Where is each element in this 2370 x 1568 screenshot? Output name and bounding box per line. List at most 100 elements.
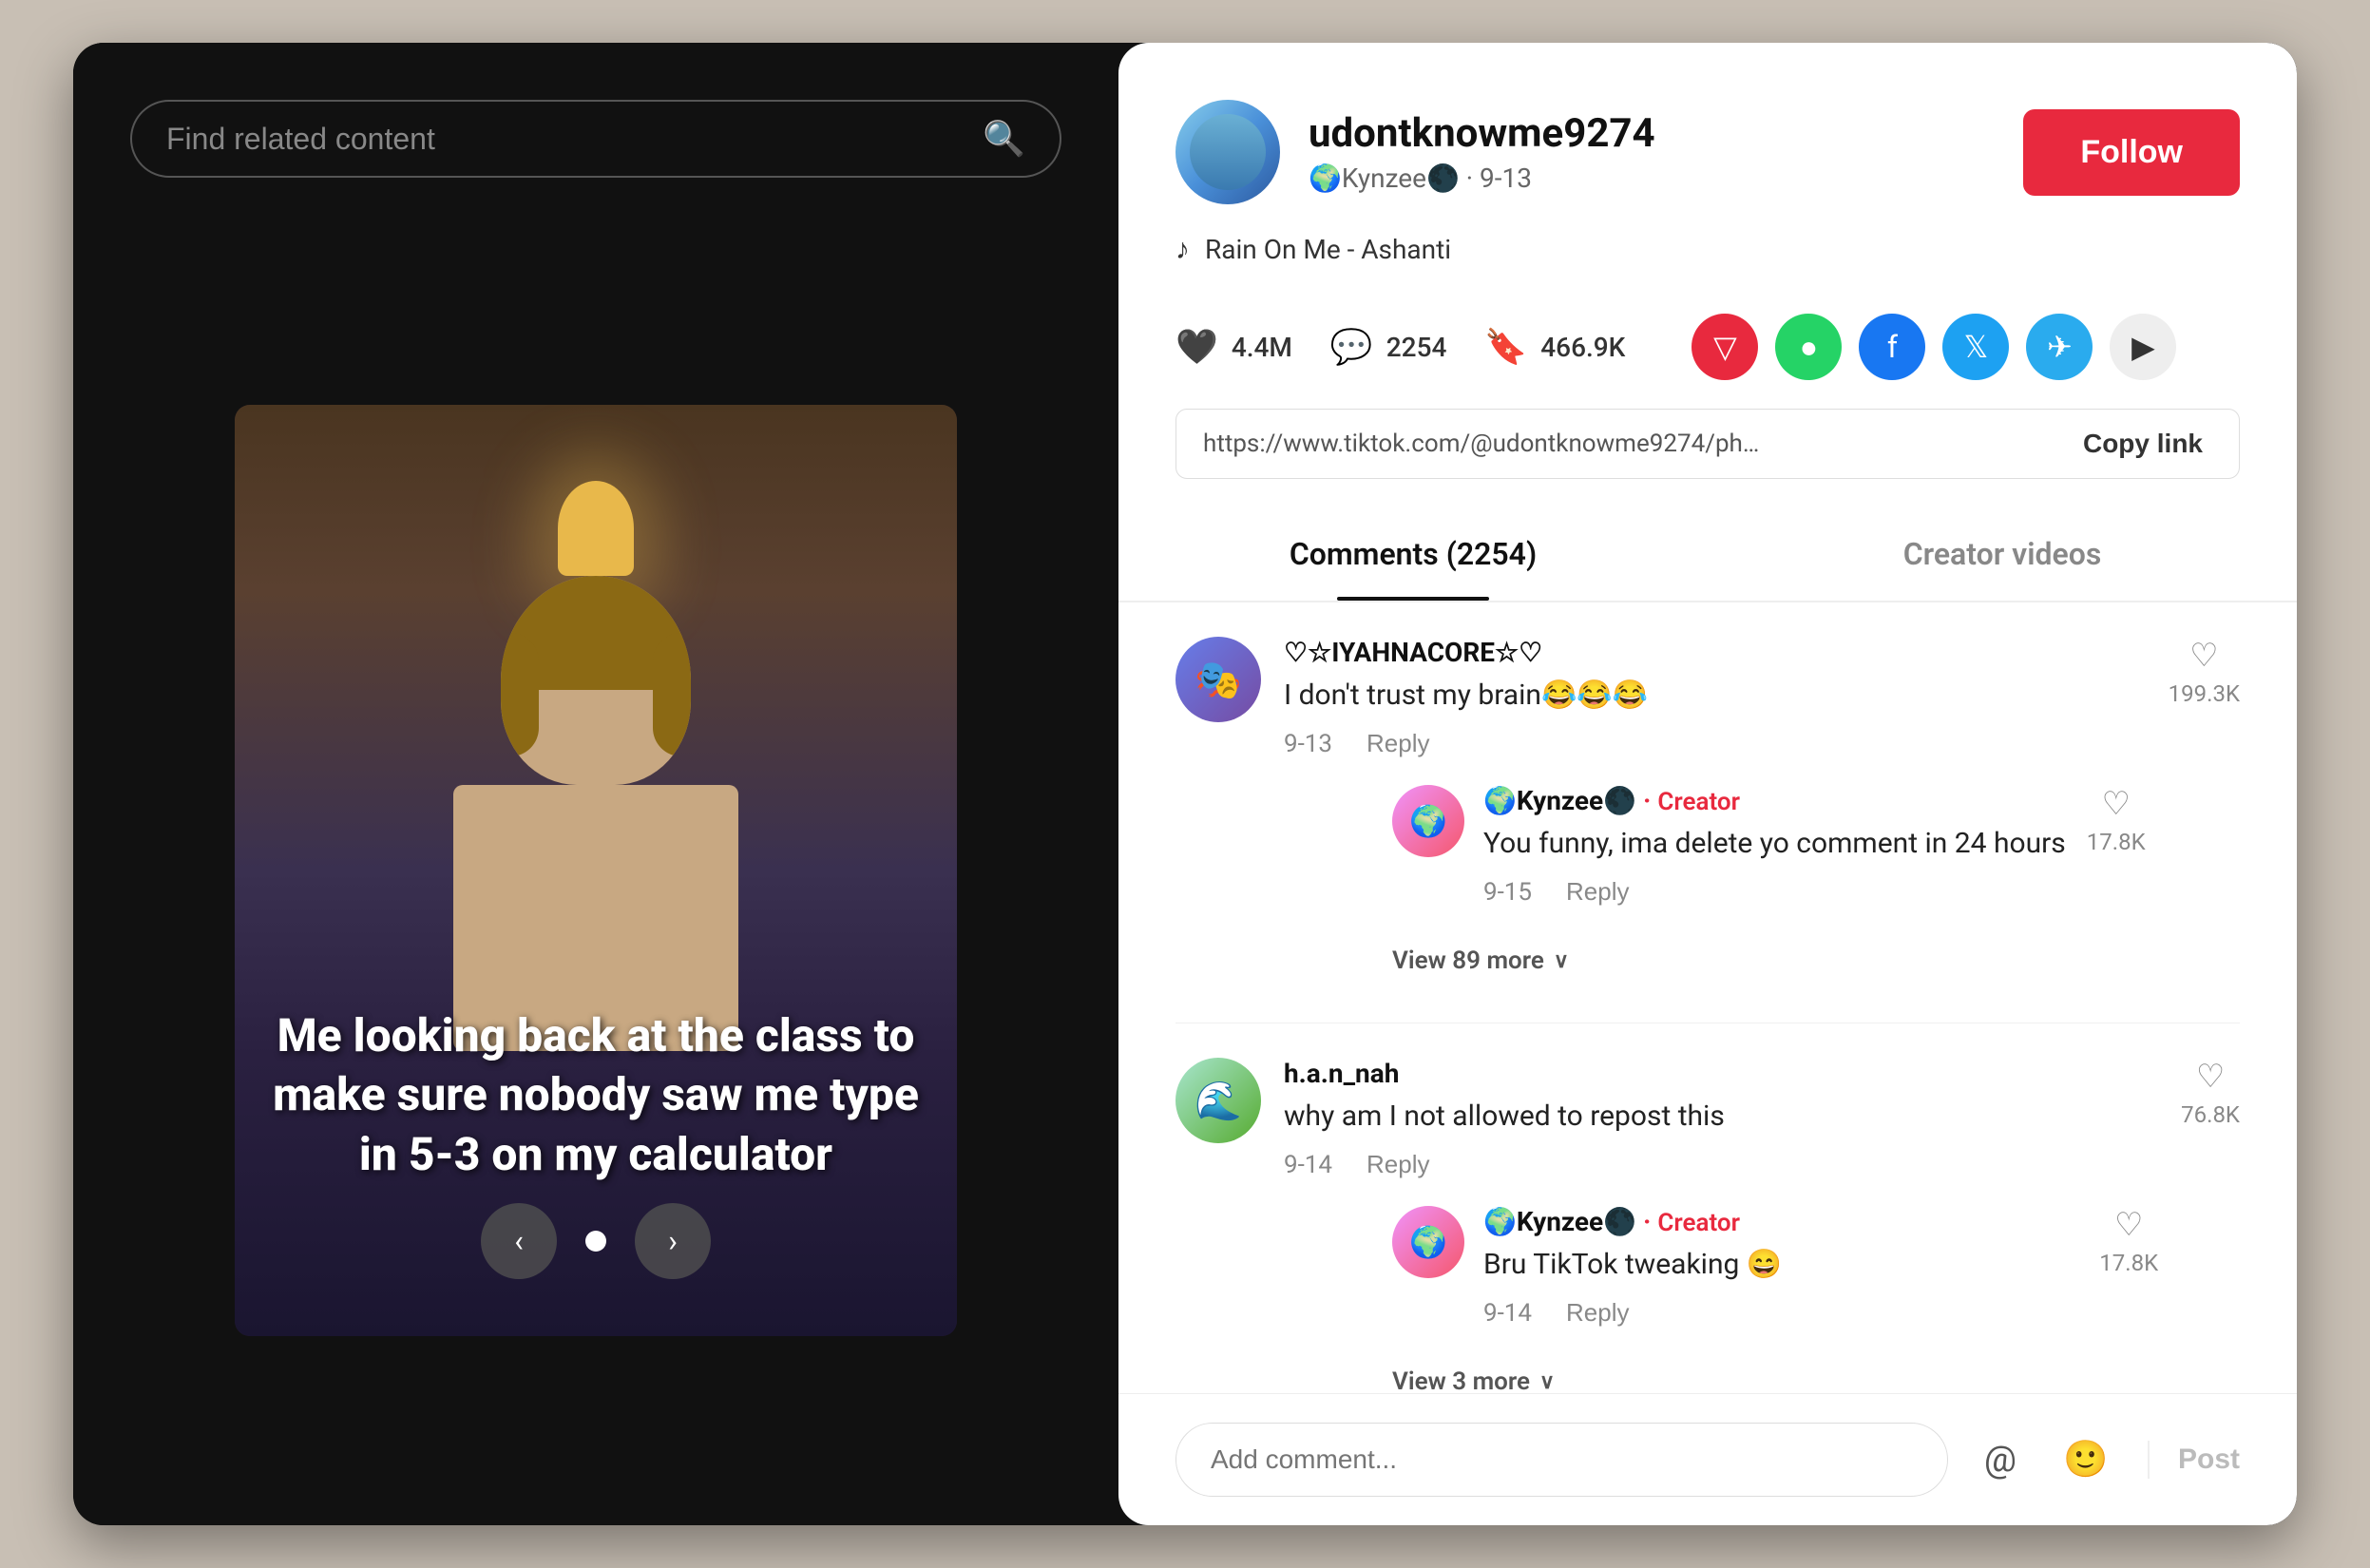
left-panel: 🔍 bbox=[73, 43, 1118, 1525]
comment-2-reply-btn[interactable]: Reply bbox=[1367, 1150, 1429, 1179]
comment-2-like-count: 76.8K bbox=[2181, 1101, 2240, 1128]
reply-2-content: 🌍Kynzee🌑 · Creator Bru TikTok tweaking 😄… bbox=[1483, 1206, 2080, 1328]
reply-1-avatar: 🌍 bbox=[1392, 785, 1464, 857]
comment-input[interactable] bbox=[1175, 1423, 1948, 1497]
comment-2-text: why am I not allowed to repost this bbox=[1284, 1097, 2158, 1137]
avatar bbox=[1175, 100, 1280, 204]
comment-1-username: ♡☆IYAHNACORE☆♡ bbox=[1284, 637, 2146, 668]
comment-item-2: 🌊 h.a.n_nah why am I not allowed to repo… bbox=[1175, 1023, 2240, 1393]
tab-comments[interactable]: Comments (2254) bbox=[1118, 507, 1708, 601]
reply-2-like: ♡ 17.8K bbox=[2099, 1206, 2158, 1328]
kitchen-light bbox=[558, 481, 634, 576]
avatar-inner bbox=[1190, 114, 1266, 190]
handle: 🌍Kynzee🌑 · 9-13 bbox=[1309, 163, 1995, 194]
creator-badge: Creator bbox=[1657, 788, 1740, 816]
main-container: 🔍 bbox=[73, 43, 2297, 1525]
view-more-2[interactable]: View 3 more ∨ bbox=[1392, 1354, 2158, 1393]
profile-info: udontknowme9274 🌍Kynzee🌑 · 9-13 bbox=[1309, 110, 1995, 194]
copy-link-button[interactable]: Copy link bbox=[2074, 429, 2212, 459]
chevron-down-icon: ∨ bbox=[1554, 949, 1569, 973]
comment-1-heart-icon[interactable]: ♡ bbox=[2189, 637, 2218, 675]
search-bar: 🔍 bbox=[130, 100, 1061, 178]
comments-stat: 💬 2254 bbox=[1330, 327, 1446, 367]
reply-1-heart-icon[interactable]: ♡ bbox=[2101, 785, 2130, 823]
reply-2-meta: 9-14 Reply bbox=[1483, 1298, 2080, 1328]
view-more-1-text: View 89 more bbox=[1392, 947, 1544, 975]
comments-section: 🎭 ♡☆IYAHNACORE☆♡ I don't trust my brain😂… bbox=[1118, 602, 2297, 1393]
reply-1: 🌍 🌍Kynzee🌑 · Creator You funny, ima dele… bbox=[1392, 758, 2146, 933]
commenter-2-avatar: 🌊 bbox=[1175, 1058, 1261, 1143]
comments-count: 2254 bbox=[1386, 332, 1447, 363]
view-more-2-text: View 3 more bbox=[1392, 1367, 1530, 1393]
search-bar-wrap: 🔍 bbox=[73, 43, 1118, 216]
share-btn-telegram[interactable]: ✈ bbox=[2026, 314, 2093, 380]
reply-1-text: You funny, ima delete yo comment in 24 h… bbox=[1483, 824, 2068, 864]
reply-2-heart-icon[interactable]: ♡ bbox=[2114, 1206, 2143, 1244]
search-input[interactable] bbox=[166, 122, 964, 157]
video-area: Me looking back at the class to make sur… bbox=[73, 216, 1118, 1525]
tab-creator-videos[interactable]: Creator videos bbox=[1708, 507, 2297, 601]
video-frame: Me looking back at the class to make sur… bbox=[235, 405, 957, 1336]
stats-row: 🖤 4.4M 💬 2254 🔖 466.9K ▽ ● f 𝕏 ✈ ▶ bbox=[1118, 295, 2297, 409]
comment-1-content: ♡☆IYAHNACORE☆♡ I don't trust my brain😂😂😂… bbox=[1284, 637, 2146, 988]
reply-2-date: 9-14 bbox=[1483, 1299, 1532, 1328]
video-caption: Me looking back at the class to make sur… bbox=[273, 1006, 919, 1184]
link-text: https://www.tiktok.com/@udontknowme9274/… bbox=[1203, 430, 1773, 458]
share-btn-repost[interactable]: ▽ bbox=[1691, 314, 1758, 380]
comment-2-date: 9-14 bbox=[1284, 1151, 1332, 1179]
view-more-1[interactable]: View 89 more ∨ bbox=[1392, 933, 2146, 988]
creator-badge-2: Creator bbox=[1657, 1209, 1740, 1237]
music-title: Rain On Me - Ashanti bbox=[1205, 234, 1451, 265]
share-btn-facebook[interactable]: f bbox=[1859, 314, 1925, 380]
nav-dot-active bbox=[585, 1231, 606, 1252]
reply-1-date: 9-15 bbox=[1483, 878, 1532, 907]
prev-arrow[interactable]: ‹ bbox=[481, 1203, 557, 1279]
share-btn-twitter[interactable]: 𝕏 bbox=[1942, 314, 2009, 380]
bookmark-icon: 🔖 bbox=[1484, 327, 1527, 367]
comment-1-reply-btn[interactable]: Reply bbox=[1367, 729, 1429, 758]
share-btn-whatsapp[interactable]: ● bbox=[1775, 314, 1842, 380]
comment-2-like: ♡ 76.8K bbox=[2181, 1058, 2240, 1393]
reply-1-username: 🌍Kynzee🌑 · Creator bbox=[1483, 785, 2068, 816]
reply-1-content: 🌍Kynzee🌑 · Creator You funny, ima delete… bbox=[1483, 785, 2068, 907]
likes-count: 4.4M bbox=[1232, 332, 1292, 363]
person-hair-side-left bbox=[501, 633, 539, 756]
comment-item: 🎭 ♡☆IYAHNACORE☆♡ I don't trust my brain😂… bbox=[1175, 602, 2240, 1023]
post-button[interactable]: Post bbox=[2178, 1444, 2240, 1476]
share-btn-more[interactable]: ▶ bbox=[2110, 314, 2176, 380]
link-box: https://www.tiktok.com/@udontknowme9274/… bbox=[1175, 409, 2240, 479]
username: udontknowme9274 bbox=[1309, 110, 1995, 157]
tabs: Comments (2254) Creator videos bbox=[1118, 507, 2297, 602]
comment-icon: 💬 bbox=[1330, 327, 1373, 367]
chevron-down-icon-2: ∨ bbox=[1539, 1370, 1555, 1394]
kitchen-scene: Me looking back at the class to make sur… bbox=[235, 405, 957, 1336]
follow-button[interactable]: Follow bbox=[2023, 109, 2240, 196]
heart-icon: 🖤 bbox=[1175, 327, 1218, 367]
music-row: ♪ Rain On Me - Ashanti bbox=[1118, 233, 2297, 295]
reply-2-text: Bru TikTok tweaking 😄 bbox=[1483, 1245, 2080, 1285]
comment-1-meta: 9-13 Reply bbox=[1284, 729, 2146, 758]
right-panel: udontknowme9274 🌍Kynzee🌑 · 9-13 Follow ♪… bbox=[1118, 43, 2297, 1525]
comment-2-heart-icon[interactable]: ♡ bbox=[2196, 1058, 2225, 1096]
emoji-icon[interactable]: 🙂 bbox=[2053, 1426, 2119, 1493]
next-arrow[interactable]: › bbox=[635, 1203, 711, 1279]
search-icon: 🔍 bbox=[983, 119, 1025, 159]
bookmarks-count: 466.9K bbox=[1540, 332, 1625, 363]
reply-2-reply-btn[interactable]: Reply bbox=[1566, 1298, 1629, 1328]
person-hair-side-right bbox=[653, 633, 691, 756]
reply-1-like-count: 17.8K bbox=[2087, 829, 2146, 855]
likes-stat: 🖤 4.4M bbox=[1175, 327, 1292, 367]
music-icon: ♪ bbox=[1175, 233, 1190, 266]
reply-1-reply-btn[interactable]: Reply bbox=[1566, 877, 1629, 907]
reply-1-like: ♡ 17.8K bbox=[2087, 785, 2146, 907]
comment-2-username: h.a.n_nah bbox=[1284, 1058, 2158, 1089]
reply-2: 🌍 🌍Kynzee🌑 · Creator Bru TikTok tweaking… bbox=[1392, 1179, 2158, 1354]
at-icon[interactable]: @ bbox=[1967, 1426, 2034, 1493]
nav-dots: ‹ › bbox=[481, 1203, 711, 1279]
profile-section: udontknowme9274 🌍Kynzee🌑 · 9-13 Follow bbox=[1118, 43, 2297, 233]
share-icons: ▽ ● f 𝕏 ✈ ▶ bbox=[1691, 314, 2176, 380]
bookmarks-stat: 🔖 466.9K bbox=[1484, 327, 1625, 367]
person-silhouette bbox=[434, 576, 757, 1051]
link-row: https://www.tiktok.com/@udontknowme9274/… bbox=[1118, 409, 2297, 507]
comment-2-meta: 9-14 Reply bbox=[1284, 1150, 2158, 1179]
